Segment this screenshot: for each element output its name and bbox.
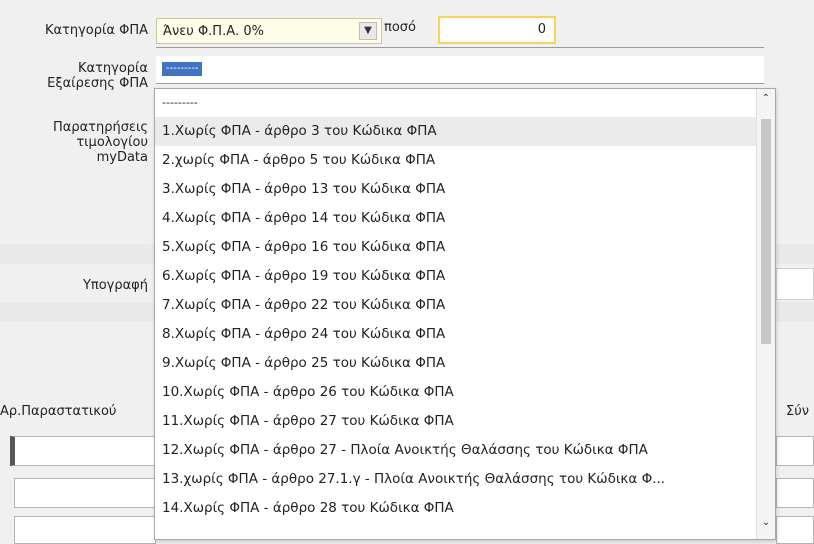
vat-exemption-label-line1: Κατηγορία [77,61,148,76]
table-row-right[interactable] [776,436,814,466]
dropdown-item[interactable]: 7.Χωρίς ΦΠΑ - άρθρο 22 του Κώδικα ΦΠΑ [155,291,757,320]
table-row-right[interactable] [776,516,814,544]
chevron-down-icon[interactable]: ▼ [359,22,377,40]
divider-line [156,47,764,48]
vat-category-select[interactable]: Άνευ Φ.Π.Α. 0% ▼ [156,18,382,44]
doc-number-label: Αρ.Παραστατικού [0,404,117,419]
dropdown-item[interactable]: 2.χωρίς ΦΠΑ - άρθρο 5 του Κώδικα ΦΠΑ [155,146,757,175]
amount-label: ποσό [384,20,416,35]
table-row[interactable] [10,436,156,466]
vat-exemption-label: Κατηγορία Εξαίρεσης ΦΠΑ [10,61,148,91]
vat-exemption-input[interactable]: --------- [156,56,764,84]
vat-exemption-selected-text: --------- [162,62,203,76]
table-row[interactable] [14,478,156,508]
vat-category-label: Κατηγορία ΦΠΑ [44,23,148,38]
dropdown-item[interactable]: 10.Χωρίς ΦΠΑ - άρθρο 26 του Κώδικα ΦΠΑ [155,378,757,407]
dropdown-item-highlighted[interactable]: 1.Χωρίς ΦΠΑ - άρθρο 3 του Κώδικα ΦΠΑ [155,117,757,146]
scrollbar-thumb[interactable] [761,119,771,344]
chevron-up-icon[interactable]: ⌃ [759,93,773,109]
dropdown-scrollbar[interactable]: ⌃ ⌄ [756,89,775,539]
dropdown-item[interactable]: --------- [155,89,757,117]
dropdown-item[interactable]: 9.Χωρίς ΦΠΑ - άρθρο 25 του Κώδικα ΦΠΑ [155,349,757,378]
notes-label: Παρατηρήσεις τιμολογίου myData [14,120,148,165]
dropdown-item[interactable]: 4.Χωρίς ΦΠΑ - άρθρο 14 του Κώδικα ΦΠΑ [155,204,757,233]
notes-label-line1: Παρατηρήσεις [52,120,148,135]
amount-input[interactable]: 0 [438,16,556,44]
table-row[interactable] [14,516,156,544]
notes-label-line2: τιμολογίου [76,135,148,150]
dropdown-item[interactable]: 5.Χωρίς ΦΠΑ - άρθρο 16 του Κώδικα ΦΠΑ [155,233,757,262]
vat-exemption-dropdown[interactable]: --------- 1.Χωρίς ΦΠΑ - άρθρο 3 του Κώδι… [154,88,776,540]
chevron-down-icon[interactable]: ⌄ [759,517,773,533]
dropdown-item[interactable]: 12.Χωρίς ΦΠΑ - άρθρο 27 - Πλοία Ανοικτής… [155,436,757,465]
dropdown-item[interactable]: 13.χωρίς ΦΠΑ - άρθρο 27.1.γ - Πλοία Ανοι… [155,465,757,494]
column-header-cut: Σύν [786,404,809,419]
signature-field-edge[interactable] [776,268,814,300]
dropdown-item[interactable]: 8.Χωρίς ΦΠΑ - άρθρο 24 του Κώδικα ΦΠΑ [155,320,757,349]
dropdown-item[interactable]: 6.Χωρίς ΦΠΑ - άρθρο 19 του Κώδικα ΦΠΑ [155,262,757,291]
vat-category-value: Άνευ Φ.Π.Α. 0% [163,24,264,39]
dropdown-item[interactable]: 14.Χωρίς ΦΠΑ - άρθρο 28 του Κώδικα ΦΠΑ [155,494,757,523]
notes-label-line3: myData [96,150,148,165]
dropdown-item[interactable]: 11.Χωρίς ΦΠΑ - άρθρο 27 του Κώδικα ΦΠΑ [155,407,757,436]
signature-label: Υπογραφή [82,278,148,293]
vat-exemption-label-line2: Εξαίρεσης ΦΠΑ [47,76,148,91]
dropdown-item[interactable]: 3.Χωρίς ΦΠΑ - άρθρο 13 του Κώδικα ΦΠΑ [155,175,757,204]
table-row-right[interactable] [776,478,814,508]
